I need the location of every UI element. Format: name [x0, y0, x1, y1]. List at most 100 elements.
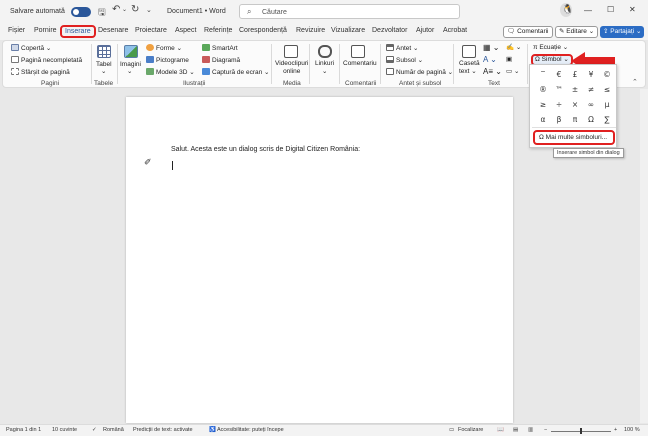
- vertical-scrollbar[interactable]: [640, 89, 648, 423]
- tab-dezvoltator[interactable]: Dezvoltator: [372, 27, 407, 34]
- blank-page-button[interactable]: Pagină necompletată: [11, 56, 82, 65]
- drop-cap-icon[interactable]: A≡ ⌄: [483, 68, 502, 76]
- symbol-cell[interactable]: ≠: [584, 83, 598, 96]
- undo-dropdown-icon[interactable]: ⌄: [122, 6, 127, 13]
- web-layout-icon[interactable]: ▥: [528, 427, 533, 433]
- page-break-button[interactable]: Sfârșit de pagină: [11, 68, 70, 77]
- redo-icon[interactable]: ↻: [131, 4, 139, 15]
- focus-button[interactable]: Focalizare: [458, 427, 483, 433]
- accessibility-status[interactable]: Accesibilitate: puteți începe: [217, 427, 284, 433]
- text-box-button[interactable]: Casetă text ⌄: [459, 60, 480, 76]
- word-count[interactable]: 10 cuvinte: [52, 427, 77, 433]
- text-box-icon[interactable]: [462, 45, 476, 58]
- tab-aspect[interactable]: Aspect: [175, 27, 196, 34]
- tab-inserare[interactable]: Inserare: [60, 25, 96, 38]
- autosave-toggle[interactable]: [71, 7, 91, 17]
- close-button[interactable]: ✕: [629, 5, 636, 14]
- signature-line-icon[interactable]: ✍ ⌄: [506, 44, 521, 52]
- save-icon[interactable]: 🖫: [98, 5, 106, 21]
- comment-button[interactable]: Comentariu: [343, 60, 377, 68]
- symbol-cell[interactable]: €: [552, 68, 566, 81]
- language[interactable]: Română: [103, 427, 124, 433]
- screenshot-button[interactable]: Captură de ecran ⌄: [202, 68, 270, 77]
- symbol-cell[interactable]: ±: [568, 83, 582, 96]
- page-count[interactable]: Pagina 1 din 1: [6, 427, 41, 433]
- symbol-cell[interactable]: ∞: [584, 98, 598, 111]
- avatar[interactable]: 🐧: [560, 3, 573, 17]
- customize-toolbar-icon[interactable]: ⌄: [146, 6, 152, 14]
- chevron-down-icon[interactable]: ⌄: [127, 68, 132, 76]
- link-icon[interactable]: [318, 45, 332, 58]
- footer-button[interactable]: Subsol ⌄: [386, 56, 423, 65]
- read-mode-icon[interactable]: 📖: [497, 427, 504, 433]
- chart-button[interactable]: Diagramă: [202, 56, 240, 65]
- zoom-out-button[interactable]: −: [544, 427, 547, 433]
- symbol-cell[interactable]: ÷: [552, 98, 566, 111]
- print-layout-icon[interactable]: ▤: [513, 427, 518, 433]
- symbol-cell[interactable]: ≥: [536, 98, 550, 111]
- table-icon[interactable]: [97, 45, 111, 58]
- symbol-cell[interactable]: ∑: [600, 113, 614, 126]
- document-paragraph[interactable]: Salut. Acesta este un dialog scris de Di…: [171, 146, 360, 153]
- tab-corespondenta[interactable]: Corespondență: [239, 27, 287, 34]
- more-symbols-button[interactable]: Ω Mai multe simboluri...: [533, 130, 615, 145]
- proofing-icon[interactable]: ✓: [92, 427, 97, 433]
- object-icon[interactable]: ▭ ⌄: [506, 68, 519, 76]
- editing-button[interactable]: ✎ Editare ⌄: [555, 26, 599, 38]
- zoom-level[interactable]: 100 %: [624, 427, 640, 433]
- symbol-cell[interactable]: ×: [568, 98, 582, 111]
- shapes-label: Forme: [156, 45, 175, 52]
- search-input[interactable]: Căutare: [262, 9, 287, 16]
- minimize-button[interactable]: —: [584, 6, 592, 15]
- symbol-cell[interactable]: π: [568, 113, 582, 126]
- tab-proiectare[interactable]: Proiectare: [135, 27, 167, 34]
- symbol-cell[interactable]: £: [568, 68, 582, 81]
- 3d-models-button[interactable]: Modele 3D ⌄: [146, 68, 195, 77]
- equation-button[interactable]: π Ecuație ⌄: [533, 44, 568, 52]
- undo-icon[interactable]: ↶: [112, 4, 120, 15]
- tab-fisier[interactable]: Fișier: [8, 27, 25, 34]
- symbol-cell[interactable]: β: [552, 113, 566, 126]
- chart-label: Diagramă: [212, 57, 241, 64]
- quick-parts-icon[interactable]: ▦ ⌄: [483, 44, 499, 52]
- search-box[interactable]: ⌕ Căutare: [239, 4, 460, 19]
- wordart-icon[interactable]: A ⌄: [483, 56, 497, 64]
- maximize-button[interactable]: ☐: [607, 5, 614, 14]
- symbol-cell[interactable]: ™: [552, 83, 566, 96]
- zoom-in-button[interactable]: +: [614, 427, 617, 433]
- page-number-button[interactable]: Număr de pagină ⌄: [386, 68, 453, 77]
- chevron-down-icon[interactable]: ⌄: [101, 68, 106, 76]
- share-button[interactable]: ⇪ Partajați ⌄: [600, 26, 645, 38]
- pictures-icon[interactable]: [124, 45, 138, 58]
- symbol-cell[interactable]: ©: [600, 68, 614, 81]
- new-comment-icon[interactable]: [351, 45, 365, 58]
- symbol-cell[interactable]: α: [536, 113, 550, 126]
- icons-button[interactable]: Pictograme: [146, 56, 189, 65]
- symbol-cell[interactable]: µ: [600, 98, 614, 111]
- smartart-button[interactable]: SmartArt: [202, 44, 238, 53]
- comments-button[interactable]: 🗨 Comentarii: [503, 26, 553, 38]
- header-button[interactable]: Antet ⌄: [386, 44, 418, 53]
- shapes-button[interactable]: Forme ⌄: [146, 44, 182, 53]
- symbol-cell[interactable]: Ω: [584, 113, 598, 126]
- cover-page-button[interactable]: Copertă ⌄: [11, 44, 51, 53]
- symbol-cell[interactable]: ®: [536, 83, 550, 96]
- symbol-cell[interactable]: ≤: [600, 83, 614, 96]
- symbol-cell[interactable]: ‾: [536, 68, 550, 81]
- tab-referinte[interactable]: Referințe: [204, 27, 232, 34]
- zoom-slider-thumb[interactable]: [580, 428, 582, 434]
- tab-acrobat[interactable]: Acrobat: [443, 27, 467, 34]
- tab-pornire[interactable]: Pornire: [34, 27, 57, 34]
- tab-desenare[interactable]: Desenare: [98, 27, 128, 34]
- tab-revizuire[interactable]: Revizuire: [296, 27, 325, 34]
- links-button[interactable]: Linkuri: [315, 60, 334, 68]
- symbol-cell[interactable]: ¥: [584, 68, 598, 81]
- tab-vizualizare[interactable]: Vizualizare: [331, 27, 365, 34]
- chevron-down-icon[interactable]: ⌄: [322, 68, 327, 76]
- collapse-ribbon-icon[interactable]: ⌃: [632, 78, 638, 86]
- date-time-icon[interactable]: ▣: [506, 56, 512, 64]
- online-video-button[interactable]: Videoclipuri online: [275, 60, 308, 76]
- online-video-icon[interactable]: [284, 45, 298, 58]
- tab-ajutor[interactable]: Ajutor: [416, 27, 434, 34]
- text-predictions[interactable]: Predicții de text: activate: [133, 427, 193, 433]
